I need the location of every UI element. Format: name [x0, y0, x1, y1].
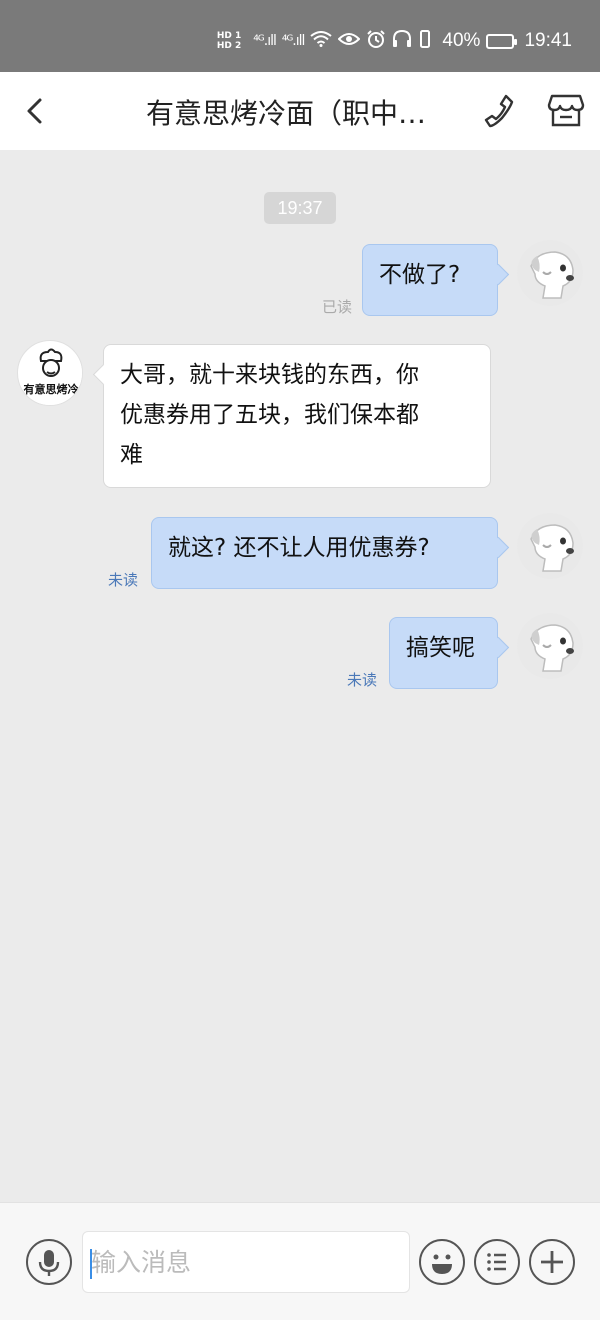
- list-icon: [487, 1253, 506, 1271]
- shop-button[interactable]: [546, 90, 586, 130]
- phone-icon: [484, 94, 514, 128]
- message-line: 优惠券用了五块，我们保本都: [120, 402, 419, 428]
- message-text: 搞笑呢: [406, 635, 475, 661]
- message-text: 不做了?: [379, 262, 461, 288]
- alarm-icon: [366, 30, 386, 52]
- text-cursor: [90, 1249, 92, 1279]
- call-button[interactable]: [482, 92, 518, 130]
- dog-avatar-icon: [517, 240, 583, 306]
- input-bar: [0, 1202, 600, 1320]
- my-avatar[interactable]: [517, 513, 583, 579]
- more-options-button[interactable]: [474, 1239, 520, 1285]
- message-bubble-mine[interactable]: 就这? 还不让人用优惠券?: [151, 517, 498, 589]
- unread-status: 未读: [347, 671, 378, 689]
- wifi-icon: [310, 31, 333, 51]
- emoji-icon: [432, 1254, 452, 1274]
- clock: 19:41: [524, 30, 572, 51]
- voice-button[interactable]: [26, 1239, 72, 1285]
- message-bubble-mine[interactable]: 搞笑呢: [389, 617, 498, 689]
- message-text-field[interactable]: [83, 1232, 409, 1292]
- message-list[interactable]: 19:37 已读 不做了? 有意思烤冷 大哥，就十来块钱的东西，你 优惠券用了五…: [0, 150, 600, 1202]
- my-avatar[interactable]: [517, 240, 583, 306]
- vibrate-icon: [418, 30, 432, 52]
- headphones-icon: [392, 29, 412, 52]
- shop-avatar-text: 有意思烤冷: [23, 383, 79, 396]
- eye-icon: [338, 31, 361, 51]
- unread-status: 未读: [108, 571, 139, 589]
- hd-indicator: HD 1 HD 2: [217, 31, 241, 51]
- battery-percent: 40%: [442, 30, 481, 51]
- hd2-label: HD 2: [216, 41, 242, 51]
- message-input[interactable]: [82, 1231, 410, 1293]
- plus-icon: [541, 1251, 563, 1273]
- battery-icon: [486, 33, 518, 49]
- dog-avatar-icon: [517, 513, 583, 579]
- message-bubble-mine[interactable]: 不做了?: [362, 244, 498, 316]
- timestamp: 19:37: [264, 192, 336, 224]
- microphone-icon: [38, 1250, 60, 1276]
- message-text: 就这? 还不让人用优惠券?: [168, 535, 430, 561]
- message-bubble-theirs[interactable]: 大哥，就十来块钱的东西，你 优惠券用了五块，我们保本都 难: [103, 344, 491, 488]
- back-button[interactable]: [18, 92, 54, 130]
- signal-icon-2: ⁴ᴳ.ıll: [281, 33, 306, 49]
- emoji-button[interactable]: [419, 1239, 465, 1285]
- my-avatar[interactable]: [517, 613, 583, 679]
- signal-icon: ⁴ᴳ.ıll: [253, 33, 277, 49]
- shop-icon: [547, 94, 585, 127]
- status-icons: HD 1 HD 2 ⁴ᴳ.ıll ⁴ᴳ.ıll 40% 19:41: [217, 29, 572, 52]
- chat-header: 有意思烤冷面（职中…: [0, 72, 600, 150]
- status-bar: HD 1 HD 2 ⁴ᴳ.ıll ⁴ᴳ.ıll 40% 19:41: [0, 0, 600, 72]
- back-arrow-icon: [27, 98, 42, 124]
- add-button[interactable]: [529, 1239, 575, 1285]
- page-title: 有意思烤冷面（职中…: [146, 97, 427, 130]
- shop-avatar[interactable]: 有意思烤冷: [17, 340, 83, 406]
- hd1-label: HD 1: [216, 31, 242, 41]
- read-status: 已读: [322, 298, 353, 316]
- dog-avatar-icon: [517, 613, 583, 679]
- message-line: 难: [120, 442, 143, 468]
- message-line: 大哥，就十来块钱的东西，你: [120, 362, 419, 388]
